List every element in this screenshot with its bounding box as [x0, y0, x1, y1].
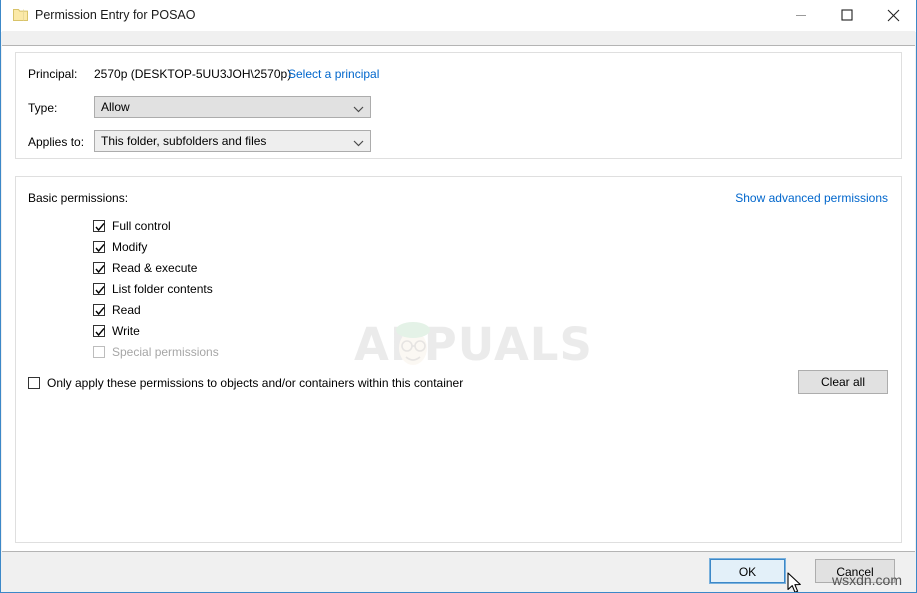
principal-value: 2570p (DESKTOP-5UU3JOH\2570p) [94, 67, 292, 81]
only-apply-checkbox-row[interactable]: Only apply these permissions to objects … [28, 376, 463, 390]
minimize-icon[interactable] [778, 0, 824, 30]
permission-checkbox[interactable] [93, 324, 105, 337]
permission-label: Write [112, 323, 140, 338]
maximize-icon[interactable] [824, 0, 870, 30]
applies-to-dropdown[interactable]: This folder, subfolders and files [94, 130, 371, 152]
permission-checkbox[interactable] [93, 282, 105, 295]
permission-checkbox[interactable] [93, 240, 105, 253]
permission-row[interactable]: Full control [93, 215, 219, 236]
type-label: Type: [28, 101, 58, 115]
dialog-footer: OK Cancel [2, 551, 915, 592]
principal-panel: Principal: 2570p (DESKTOP-5UU3JOH\2570p)… [15, 52, 902, 159]
only-apply-checkbox[interactable] [28, 377, 40, 389]
dialog-body: Principal: 2570p (DESKTOP-5UU3JOH\2570p)… [2, 46, 915, 592]
permission-label: Special permissions [112, 344, 219, 359]
permission-label: List folder contents [112, 281, 213, 296]
permission-checkbox[interactable] [93, 261, 105, 274]
permission-label: Read [112, 302, 141, 317]
show-advanced-permissions-link[interactable]: Show advanced permissions [735, 191, 888, 205]
title-bar: Permission Entry for POSAO [1, 0, 916, 32]
permission-entry-dialog: Permission Entry for POSAO Principal: 25… [0, 0, 917, 593]
close-icon[interactable] [870, 0, 916, 30]
permission-row[interactable]: Read & execute [93, 257, 219, 278]
permission-label: Read & execute [112, 260, 198, 275]
only-apply-label: Only apply these permissions to objects … [47, 376, 464, 390]
header-strip [2, 31, 915, 46]
type-dropdown-value: Allow [101, 100, 130, 114]
applies-to-label: Applies to: [28, 135, 85, 149]
cancel-button[interactable]: Cancel [815, 559, 895, 583]
clear-all-button[interactable]: Clear all [798, 370, 888, 394]
chevron-down-icon [353, 137, 364, 147]
principal-label: Principal: [28, 67, 78, 81]
permission-row: Special permissions [93, 341, 219, 362]
permissions-panel: Basic permissions: Show advanced permiss… [15, 176, 902, 543]
applies-to-dropdown-value: This folder, subfolders and files [101, 134, 267, 148]
basic-permissions-heading: Basic permissions: [28, 191, 129, 205]
permission-row[interactable]: Read [93, 299, 219, 320]
type-dropdown[interactable]: Allow [94, 96, 371, 118]
select-a-principal-link[interactable]: Select a principal [288, 67, 379, 81]
permission-label: Modify [112, 239, 148, 254]
permission-row[interactable]: Write [93, 320, 219, 341]
window-title: Permission Entry for POSAO [35, 8, 196, 22]
permission-checkbox[interactable] [93, 219, 105, 232]
permissions-list: Full control Modify Read & execute List fol… [93, 215, 219, 362]
permission-row[interactable]: Modify [93, 236, 219, 257]
ok-button[interactable]: OK [709, 558, 786, 584]
chevron-down-icon [353, 103, 364, 113]
permission-checkbox [93, 345, 105, 358]
permission-row[interactable]: List folder contents [93, 278, 219, 299]
permission-label: Full control [112, 218, 171, 233]
folder-icon [13, 8, 28, 22]
permission-checkbox[interactable] [93, 303, 105, 316]
